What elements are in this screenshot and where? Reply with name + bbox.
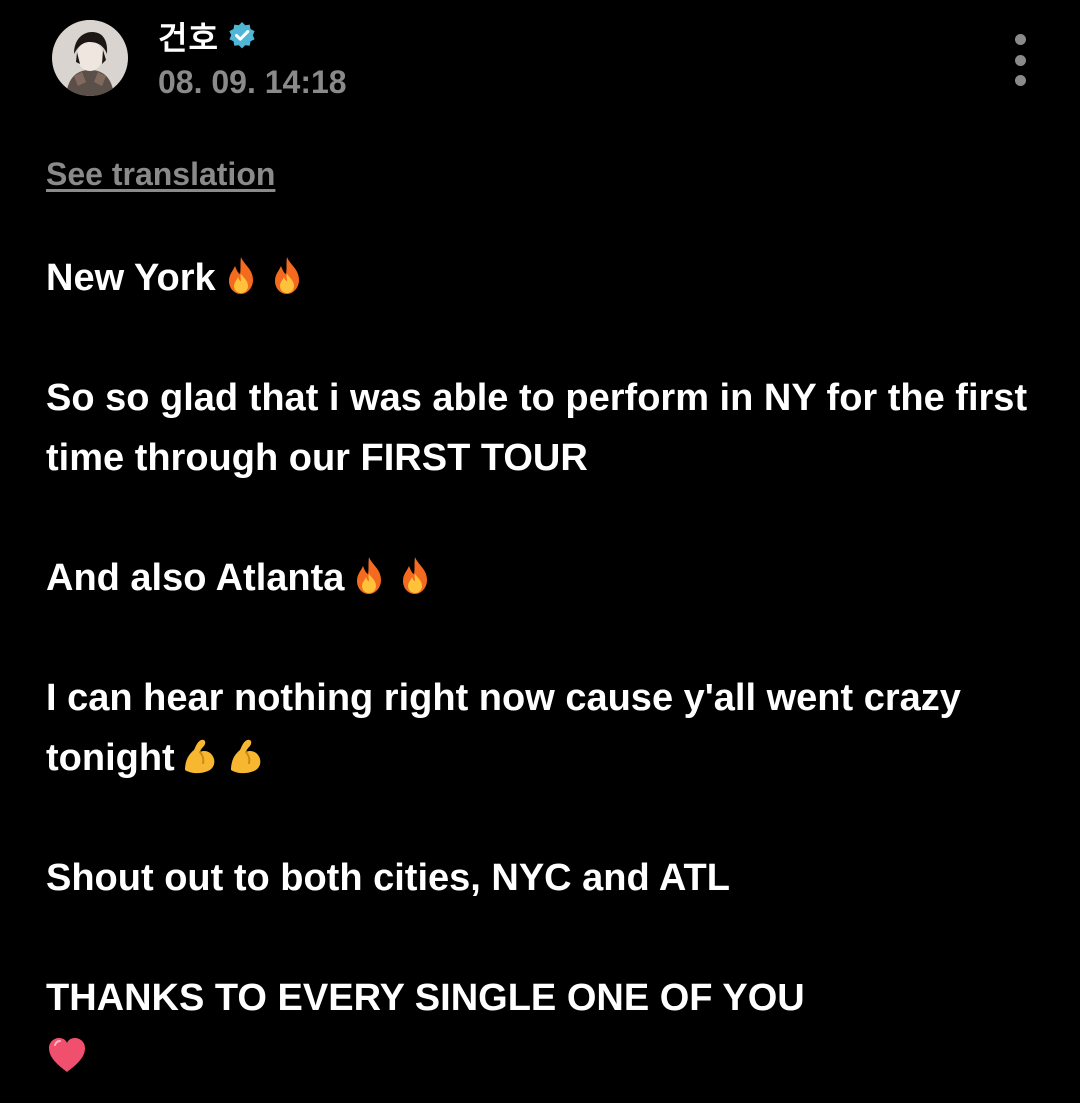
more-vertical-icon: [1014, 34, 1026, 45]
author-row: 건호: [158, 14, 257, 58]
more-vertical-icon-dot: [1014, 75, 1026, 86]
flexed-biceps-emoji: [179, 734, 221, 776]
fire-emoji: [266, 254, 308, 296]
post-text: Shout out to both cities, NYC and ATL: [46, 857, 730, 899]
post-paragraph: New York: [46, 248, 1036, 308]
more-vertical-icon-dot: [1014, 54, 1026, 66]
verified-badge-icon: [227, 21, 257, 51]
red-heart-emoji: [46, 1034, 88, 1076]
fire-emoji: [220, 254, 262, 296]
more-options-button[interactable]: [1000, 34, 1040, 86]
post-header: 건호 08. 09. 14:18: [0, 0, 1080, 120]
flexed-biceps-emoji: [225, 734, 267, 776]
see-translation-link[interactable]: See translation: [46, 156, 275, 193]
post-paragraph: So so glad that i was able to perform in…: [46, 368, 1036, 488]
post-text: New York: [46, 257, 216, 299]
post-timestamp: 08. 09. 14:18: [158, 64, 347, 100]
post-body: New York So so glad that i was able to p…: [46, 248, 1036, 1088]
avatar-image: [52, 20, 128, 96]
post-paragraph: And also Atlanta: [46, 548, 1036, 608]
fire-emoji: [348, 554, 390, 596]
post-text: So so glad that i was able to perform in…: [46, 377, 1038, 479]
post-text: THANKS TO EVERY SINGLE ONE OF YOU: [46, 977, 805, 1019]
post-paragraph: THANKS TO EVERY SINGLE ONE OF YOU: [46, 968, 1036, 1088]
fire-emoji: [394, 554, 436, 596]
author-name[interactable]: 건호: [158, 13, 219, 59]
post-paragraph: Shout out to both cities, NYC and ATL: [46, 848, 1036, 908]
avatar[interactable]: [52, 20, 128, 96]
post-paragraph: I can hear nothing right now cause y'all…: [46, 668, 1036, 788]
post-text: And also Atlanta: [46, 557, 345, 599]
